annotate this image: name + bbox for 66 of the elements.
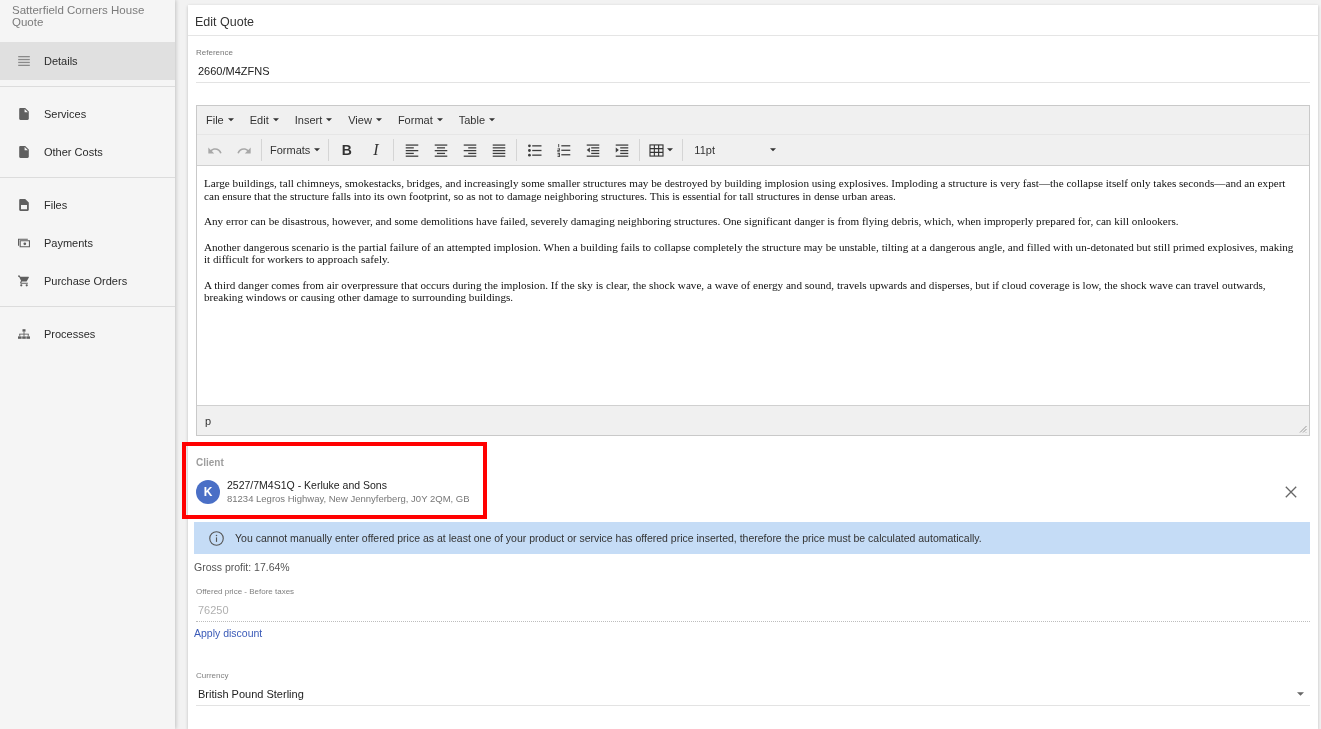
caret-icon — [436, 118, 443, 122]
sitemap-icon — [18, 328, 30, 340]
editor-content-area[interactable] — [197, 165, 1309, 406]
caret-icon — [489, 118, 495, 122]
italic-button[interactable]: I — [361, 138, 391, 162]
document-icon — [18, 146, 30, 158]
info-icon — [209, 530, 224, 546]
field-label: Offered price - Before taxes — [196, 586, 295, 597]
currency-select[interactable]: British Pound Sterling — [196, 687, 1310, 706]
menu-item[interactable]: Table — [450, 109, 503, 131]
caret-icon — [326, 118, 333, 122]
element-path[interactable]: p — [205, 414, 212, 427]
card-title: Edit Quote — [195, 15, 255, 29]
project-title: Satterfield Corners House Quote — [12, 5, 146, 28]
document-icon — [18, 108, 30, 120]
indent-icon — [614, 143, 629, 157]
numbered-list-icon — [556, 143, 571, 157]
menu-item[interactable]: View — [340, 109, 390, 131]
align-center-icon — [433, 143, 448, 157]
caret-icon — [667, 148, 674, 152]
avatar: K — [196, 480, 220, 504]
menu-item[interactable]: File — [198, 109, 242, 131]
caret-icon — [272, 118, 279, 122]
field-label: Currency — [196, 671, 229, 681]
caret-icon — [375, 118, 382, 122]
apply-discount-link[interactable]: Apply discount — [194, 626, 263, 640]
nav-item[interactable]: Other Costs — [0, 133, 175, 171]
formats-dropdown[interactable]: Formats — [265, 138, 326, 162]
caret-icon — [314, 148, 321, 152]
reference-field[interactable]: 2660/M4ZFNS — [196, 64, 1310, 83]
close-icon[interactable] — [1285, 486, 1297, 498]
paragraph: Any error can be disastrous, however, and some demolitions have failed, severely damaging neighboring structures. One significant danger is from flying debris, which, when improperly prepared for, can kill onlookers. — [204, 215, 1180, 228]
justify-icon — [491, 143, 506, 157]
align-left-icon — [404, 143, 419, 157]
bullet-list-icon — [527, 143, 542, 157]
nav-item[interactable]: Files — [0, 186, 175, 224]
gross-profit-text: Gross profit: 17.64% — [194, 561, 290, 574]
nav-item[interactable]: Payments — [0, 224, 175, 262]
notice-text: You cannot manually enter offered price as at least one of your product or service has offered price inserted, therefore the price must be calculated automatically. — [235, 532, 982, 544]
nav-item[interactable]: Services — [0, 95, 175, 133]
cart-icon — [18, 275, 30, 287]
table-icon — [649, 143, 665, 157]
caret-icon — [1297, 692, 1304, 696]
caret-icon — [227, 118, 234, 122]
align-right-icon — [462, 143, 477, 157]
list-icon — [18, 56, 30, 66]
menu-item[interactable]: Format — [389, 109, 451, 131]
nav-item[interactable]: Processes — [0, 315, 175, 353]
image-file-icon — [18, 199, 30, 211]
bold-button[interactable]: B — [332, 138, 362, 162]
field-label: Reference — [196, 48, 233, 58]
paragraph: A third danger comes from air overpressure that occurs during the implosion. If the sky is clear, the shock wave, a wave of energy and sound, travels upwards and disperses, but if cloud coverage is low, the shock wave can travel outwards, breaking windows or causing other damage to surrounding buildings. — [204, 278, 1267, 304]
field-label: Client — [196, 457, 224, 469]
resize-handle-icon[interactable] — [1299, 425, 1307, 433]
menu-item[interactable]: Insert — [286, 109, 341, 131]
client-name: 2527/7M4S1Q - Kerluke and Sons — [227, 479, 387, 492]
outdent-icon — [585, 143, 600, 157]
caret-icon — [770, 148, 777, 152]
client-address: 81234 Legros Highway, New Jennyferberg, J0Y 2QM, GB — [227, 492, 470, 505]
paragraph: Another dangerous scenario is the partial failure of an attempted implosion. When a building fails to collapse completely the structure may be unstable, tilting at a dangerous angle, and filled with un-detonated but still primed explosives, making it difficult for workers to approach safely. — [204, 240, 1295, 266]
paragraph: Large buildings, tall chimneys, smokestacks, bridges, and increasingly some smaller structures may be destroyed by building implosion using explosives. Imploding a structure is very fast—the collapse itself only takes seconds—and an expert can ensure that the structure falls into its own footprint, so as not to damage neighboring structures. This is essential for tall structures in dense urban areas. — [204, 177, 1287, 202]
cash-icon — [18, 237, 30, 249]
nav-item[interactable]: Purchase Orders — [0, 262, 175, 300]
nav-item[interactable]: Details — [0, 42, 175, 80]
menu-item[interactable]: Edit — [241, 109, 287, 131]
font-size-select[interactable]: 11pt — [686, 138, 785, 162]
